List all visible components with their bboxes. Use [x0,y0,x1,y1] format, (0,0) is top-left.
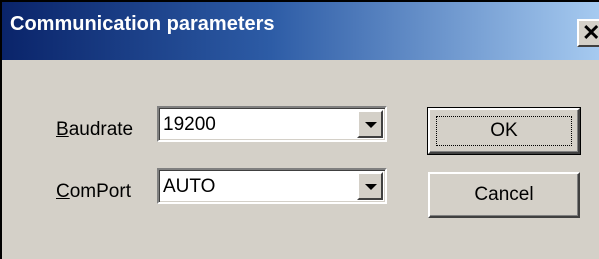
comport-label: ComPort [56,181,131,203]
baudrate-select[interactable]: 19200 [157,106,387,142]
close-button[interactable]: ✕ [577,19,599,47]
title-bar[interactable]: Communication parameters [2,2,599,60]
close-icon: ✕ [582,20,599,45]
chevron-down-icon [365,184,377,190]
baudrate-dropdown-button[interactable] [357,110,383,138]
comport-select[interactable]: AUTO [157,168,387,204]
window-title: Communication parameters [10,13,275,35]
baudrate-label-text: audrate [68,119,134,140]
ok-button-label: OK [490,120,518,141]
cancel-button[interactable]: Cancel [428,172,580,218]
comport-dropdown-button[interactable] [357,172,383,200]
comport-value: AUTO [163,176,216,197]
baudrate-value: 19200 [163,114,216,135]
chevron-down-icon [365,122,377,128]
baudrate-accelerator: B [56,119,69,140]
ok-button[interactable]: OK [427,107,581,155]
comport-accelerator: C [56,181,70,202]
baudrate-label: Baudrate [56,119,133,141]
cancel-button-label: Cancel [474,184,534,205]
comport-label-text: omPort [69,181,131,202]
